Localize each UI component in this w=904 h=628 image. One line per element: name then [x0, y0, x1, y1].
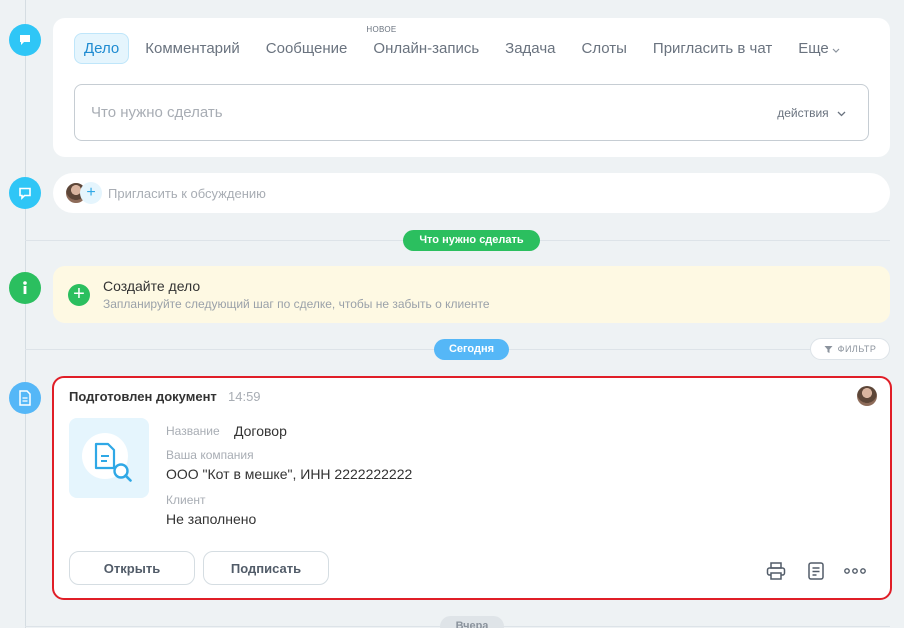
today-section-pill: Сегодня	[434, 339, 509, 360]
chat-icon	[9, 24, 41, 56]
tab-task[interactable]: Дело	[74, 33, 130, 64]
chevron-down-icon	[832, 45, 840, 56]
create-task-title: Создайте дело	[103, 278, 201, 294]
tab-slots[interactable]: Слоты	[571, 33, 636, 64]
create-task-card[interactable]: + Создайте дело Запланируйте следующий ш…	[53, 266, 890, 323]
name-label: Название	[166, 424, 220, 438]
timeline-line	[25, 0, 26, 628]
document-time: 14:59	[228, 389, 261, 404]
tab-online-booking[interactable]: НОВОЕ Онлайн-запись	[363, 25, 489, 64]
document-icon	[9, 382, 41, 414]
comment-icon	[9, 177, 41, 209]
invite-text: Пригласить к обсуждению	[108, 186, 266, 201]
actions-dropdown[interactable]: действия	[777, 106, 846, 120]
document-thumbnail[interactable]	[69, 418, 149, 498]
open-button[interactable]: Открыть	[69, 551, 195, 585]
invite-bar[interactable]: + Пригласить к обсуждению	[53, 173, 890, 213]
document-title: Подготовлен документ	[69, 389, 217, 404]
client-label: Клиент	[166, 493, 206, 507]
tab-label: Слоты	[581, 40, 627, 57]
tab-todo[interactable]: Задача	[495, 33, 565, 64]
note-icon[interactable]	[805, 560, 827, 582]
activity-editor: Дело Комментарий Сообщение НОВОЕ Онлайн-…	[53, 18, 890, 157]
document-search-icon	[82, 433, 132, 482]
info-icon	[9, 272, 41, 304]
sign-button-label: Подписать	[230, 560, 302, 576]
company-label: Ваша компания	[166, 448, 254, 462]
add-participant-icon[interactable]: +	[80, 182, 102, 204]
actions-label: действия	[777, 106, 829, 120]
tab-message[interactable]: Сообщение	[256, 33, 358, 64]
avatar	[857, 386, 877, 406]
task-input-placeholder: Что нужно сделать	[91, 104, 223, 121]
company-value: ООО "Кот в мешке", ИНН 2222222222	[166, 466, 413, 482]
plus-icon[interactable]: +	[68, 284, 90, 306]
chevron-down-icon	[837, 111, 846, 117]
tab-more[interactable]: Еще	[788, 33, 850, 64]
task-input[interactable]: Что нужно сделать действия	[74, 84, 869, 141]
filter-button[interactable]: ФИЛЬТР	[810, 338, 890, 360]
open-button-label: Открыть	[103, 560, 161, 576]
create-task-subtitle: Запланируйте следующий шаг по сделке, чт…	[103, 297, 490, 311]
tab-invite-chat[interactable]: Пригласить в чат	[643, 33, 782, 64]
tab-label: Онлайн-запись	[373, 40, 480, 57]
tab-label: Пригласить в чат	[652, 40, 773, 57]
tab-comment[interactable]: Комментарий	[135, 33, 249, 64]
filter-icon	[824, 345, 833, 353]
more-icon[interactable]	[844, 560, 866, 582]
sign-button[interactable]: Подписать	[203, 551, 329, 585]
tab-label: Еще	[798, 40, 829, 57]
yesterday-section-pill: Вчера	[440, 616, 504, 628]
document-card: Подготовлен документ 14:59 Название Дого…	[52, 376, 892, 600]
name-value: Договор	[234, 423, 287, 439]
tab-label: Дело	[84, 40, 120, 57]
new-badge: НОВОЕ	[366, 25, 397, 34]
tab-label: Комментарий	[145, 40, 240, 57]
print-icon[interactable]	[765, 560, 787, 582]
tab-label: Задача	[505, 40, 556, 57]
client-value: Не заполнено	[166, 511, 257, 527]
editor-tabs: Дело Комментарий Сообщение НОВОЕ Онлайн-…	[74, 25, 856, 64]
tab-label: Сообщение	[265, 40, 348, 57]
filter-label: ФИЛЬТР	[837, 344, 877, 354]
todo-section-pill: Что нужно сделать	[403, 230, 540, 251]
